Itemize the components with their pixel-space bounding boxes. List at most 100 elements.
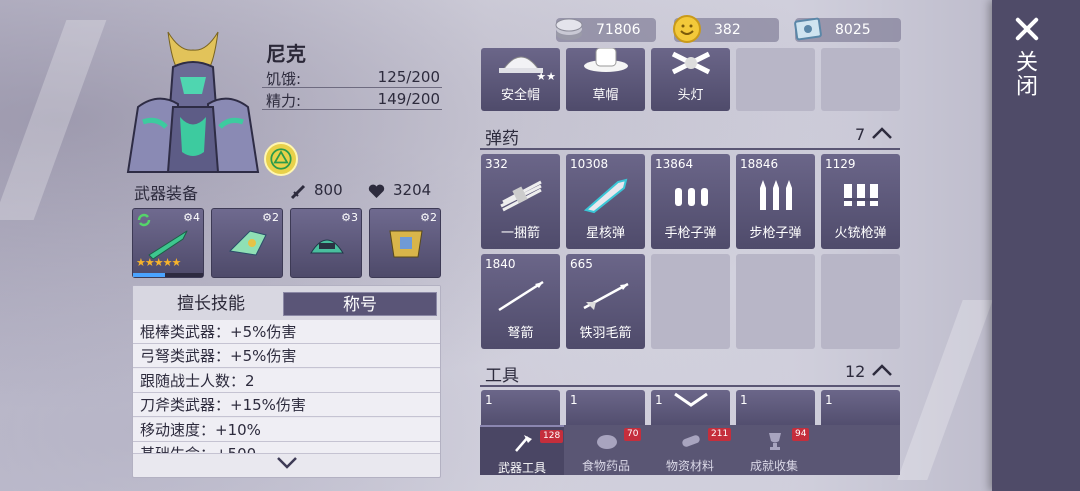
trophy-icon — [769, 433, 781, 450]
close-icon[interactable] — [1012, 14, 1042, 44]
skill-line: 弓弩类武器：+5%伤害 — [133, 344, 440, 368]
item-arrow-bundle[interactable]: 332 一捆箭 — [481, 154, 560, 249]
chevron-up-icon[interactable] — [871, 363, 893, 377]
skill-line: 跟随战士人数：2 — [133, 369, 440, 393]
item-count: 13864 — [655, 157, 694, 171]
tab-label: 武器工具 — [497, 461, 546, 475]
currency-photo: 8025 — [794, 17, 901, 42]
item-headlamp[interactable]: 头灯 — [651, 48, 730, 111]
hunger-row: 饥饿: 125/200 — [262, 68, 442, 88]
item-count: 1 — [740, 393, 748, 407]
item-label: 弩箭 — [507, 326, 534, 341]
item-hard-hat[interactable]: ★★ 安全帽 — [481, 48, 560, 111]
tool-item[interactable]: 1 — [736, 390, 815, 430]
sword-icon — [290, 184, 306, 200]
skill-line: 移动速度：+10% — [133, 418, 440, 442]
equip-slot-weapon[interactable]: ⚙4 ★★★★★ — [132, 208, 204, 278]
gold-chest-armor-icon — [389, 230, 423, 258]
musket-shells-icon — [844, 184, 878, 206]
item-label: 星核弹 — [585, 226, 625, 241]
item-slot-empty[interactable] — [736, 254, 815, 349]
tool-item[interactable]: 1 — [481, 390, 560, 430]
silver-coin-stack-icon — [555, 18, 583, 40]
smiley-gold-coin-icon — [673, 15, 701, 43]
green-helmet-armor-icon — [310, 239, 344, 254]
chevron-down-icon[interactable] — [673, 392, 709, 408]
item-musket-shells[interactable]: 1129 火铳枪弹 — [821, 154, 900, 249]
skill-line: 基础生命：+500 — [133, 442, 440, 454]
item-straw-hat[interactable]: 草帽 — [566, 48, 645, 111]
ammo-count: 7 — [855, 125, 866, 144]
section-divider — [480, 148, 900, 150]
item-count: 1840 — [485, 257, 516, 271]
item-pistol-bullets[interactable]: 13864 手枪子弹 — [651, 154, 730, 249]
currency-gold: 382 — [673, 15, 779, 43]
item-count: 665 — [570, 257, 593, 271]
upgrade-progress — [133, 273, 203, 277]
item-label: 草帽 — [592, 88, 619, 103]
item-slot-empty[interactable] — [821, 48, 900, 111]
hunger-value: 125/200 — [377, 68, 440, 86]
equip-slot-helmet[interactable]: ⚙3 — [290, 208, 362, 278]
equip-slot-drone[interactable]: ⚙2 — [211, 208, 283, 278]
close-panel[interactable]: 关闭 — [992, 0, 1080, 491]
item-slot-empty[interactable] — [736, 48, 815, 111]
heart-icon — [368, 184, 385, 198]
equip-slot-chest[interactable]: ⚙2 — [369, 208, 441, 278]
log-icon — [682, 435, 700, 447]
currency-silver: 71806 — [555, 18, 656, 42]
equip-level: ⚙2 — [262, 211, 279, 224]
item-count: 1 — [570, 393, 578, 407]
star-core-missile-icon — [583, 178, 628, 214]
tool-item[interactable]: 1 — [566, 390, 645, 430]
pistol-bullets-icon — [675, 188, 708, 206]
upgrade-progress-fill — [133, 273, 165, 277]
tab-materials[interactable]: 211 物资材料 — [648, 425, 732, 475]
category-tab-bar: 128 武器工具 70 食物药品 211 物资材料 94 成就收集 — [480, 425, 900, 475]
refresh-icon — [137, 213, 151, 227]
item-slot-empty[interactable] — [651, 254, 730, 349]
tab-badge: 70 — [624, 428, 642, 441]
item-slot-empty[interactable] — [821, 254, 900, 349]
bread-icon — [597, 435, 617, 449]
item-count: 18846 — [740, 157, 779, 171]
item-stars: ★★ — [536, 70, 556, 83]
rifle-bullets-icon — [760, 180, 792, 210]
tab-title[interactable]: 称号 — [283, 292, 437, 316]
close-label[interactable]: 关闭 — [1008, 50, 1040, 98]
item-label: 手枪子弹 — [664, 226, 717, 241]
item-label: 一捆箭 — [500, 226, 540, 241]
item-count: 1 — [825, 393, 833, 407]
health-value: 3204 — [393, 181, 432, 199]
tab-weapons-tools[interactable]: 128 武器工具 — [480, 425, 564, 475]
iron-feather-arrow-icon — [583, 282, 629, 310]
star-rating: ★★★★★ — [136, 256, 181, 269]
photo-ticket-icon — [794, 17, 822, 41]
item-count: 1 — [485, 393, 493, 407]
equip-level: ⚙3 — [341, 211, 358, 224]
item-rifle-bullets[interactable]: 18846 步枪子弹 — [736, 154, 815, 249]
equip-level: ⚙4 — [183, 211, 200, 224]
item-crossbow-bolt[interactable]: 1840 弩箭 — [481, 254, 560, 349]
hunger-label: 饥饿: — [266, 70, 302, 88]
tab-skills[interactable]: 擅长技能 — [141, 292, 281, 316]
mech-drone-icon — [228, 230, 267, 256]
chevron-down-icon[interactable] — [276, 456, 298, 470]
tab-label: 食物药品 — [581, 459, 630, 473]
tool-item[interactable]: 1 — [821, 390, 900, 430]
tab-achievements[interactable]: 94 成就收集 — [732, 425, 816, 475]
currency-gold-value: 382 — [714, 22, 741, 38]
skill-line: 刀斧类武器：+15%伤害 — [133, 393, 440, 417]
tab-food-medicine[interactable]: 70 食物药品 — [564, 425, 648, 475]
item-iron-feather-arrow[interactable]: 665 铁羽毛箭 — [566, 254, 645, 349]
tab-badge: 94 — [792, 428, 810, 441]
item-star-core-missile[interactable]: 10308 星核弹 — [566, 154, 645, 249]
axe-hammer-icon — [515, 435, 532, 452]
tool-item[interactable]: 1 — [651, 390, 730, 430]
faction-badge-icon[interactable] — [264, 142, 298, 176]
section-divider — [480, 385, 900, 387]
character-portrait[interactable] — [118, 22, 268, 182]
item-label: 步枪子弹 — [749, 226, 802, 241]
chevron-up-icon[interactable] — [871, 126, 893, 140]
item-count: 1 — [655, 393, 663, 407]
